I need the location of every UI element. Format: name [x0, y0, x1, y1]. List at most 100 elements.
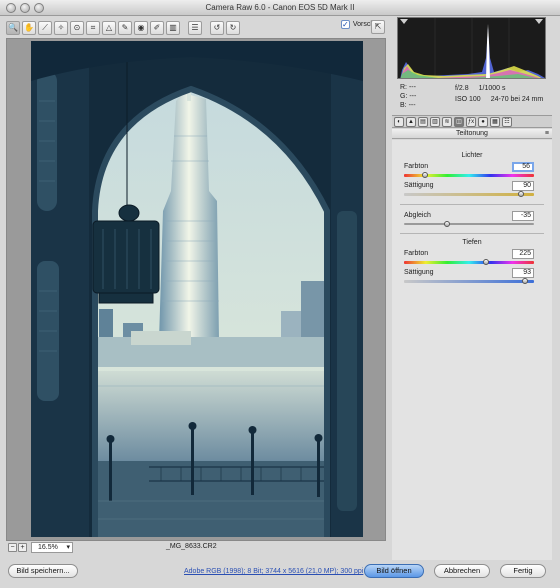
readout-b: B: --- — [400, 102, 416, 109]
highlights-saturation-slider[interactable] — [404, 193, 534, 196]
panel-menu-icon[interactable]: ≡ — [545, 129, 549, 139]
highlights-hue-thumb[interactable] — [421, 172, 428, 178]
balance-slider[interactable] — [404, 223, 534, 225]
balance-thumb[interactable] — [443, 221, 450, 227]
panel-tab-9[interactable]: ▦ — [490, 117, 500, 127]
histogram — [397, 17, 546, 79]
file-name: _MG_8633.CR2 — [166, 543, 217, 550]
graduated-filter-icon: ▥ — [169, 23, 177, 32]
shadows-hue-thumb[interactable] — [482, 259, 489, 265]
panel-tab-5[interactable]: ≋ — [442, 117, 452, 127]
preferences-icon: ☰ — [191, 23, 199, 32]
panel-title: Teiltonung — [456, 130, 488, 137]
panel-header: Teiltonung ≡ — [392, 129, 552, 139]
panel-tab-3[interactable]: ▤ — [418, 117, 428, 127]
zoom-out-button[interactable]: − — [8, 543, 17, 552]
zoom-tool-button[interactable]: 🔍 — [6, 21, 20, 35]
panel-tab-7[interactable]: ƒx — [466, 117, 476, 127]
shadows-hue-field[interactable]: 225 — [512, 249, 534, 259]
workflow-options-link[interactable]: Adobe RGB (1998); 8 Bit; 3744 x 5616 (21… — [184, 568, 363, 575]
panel-tab-2[interactable]: ▲ — [406, 117, 416, 127]
highlights-hue-field[interactable]: 56 — [512, 162, 534, 172]
adjustment-brush-tool-button[interactable]: ✐ — [150, 21, 164, 35]
split-toning-panel: Lichter Farbton 56 Sättigung 90 Abgleich… — [392, 140, 552, 560]
zoom-icon: 🔍 — [8, 23, 18, 32]
readout: R: --- G: --- B: --- f/2.8 1/1000 s ISO 1… — [397, 83, 546, 113]
balance-label: Abgleich — [404, 212, 431, 219]
divider — [400, 233, 544, 234]
preferences-tool-button[interactable]: ☰ — [188, 21, 202, 35]
fullscreen-icon: ⇱ — [374, 22, 382, 31]
dialog-footer: Bild speichern... Adobe RGB (1998); 8 Bi… — [0, 558, 560, 588]
cancel-button[interactable]: Abbrechen — [434, 564, 490, 578]
highlights-saturation-thumb[interactable] — [518, 191, 524, 197]
tool-bar: 🔍 ✋ ⟋ ✧ ⊙ ⌗ △ ✎ ◉ ✐ ▥ ☰ ↺ ↻ — [6, 20, 386, 36]
aperture: f/2.8 — [455, 85, 469, 92]
zoom-level-value: 16.5% — [38, 544, 58, 551]
adjustment-brush-icon: ✐ — [153, 23, 161, 32]
spot-removal-tool-button[interactable]: ✎ — [118, 21, 132, 35]
highlight-clipping-icon[interactable] — [535, 19, 543, 24]
done-button[interactable]: Fertig — [500, 564, 546, 578]
status-bar: − + 16.5% ▾ _MG_8633.CR2 — [6, 542, 386, 554]
exif-info: f/2.8 1/1000 s ISO 100 24-70 bei 24 mm — [455, 83, 545, 105]
straighten-tool-button[interactable]: △ — [102, 21, 116, 35]
rotate-left-icon: ↺ — [213, 23, 221, 32]
balance-field[interactable]: -35 — [512, 211, 534, 221]
zoom-in-button[interactable]: + — [18, 543, 27, 552]
hand-tool-button[interactable]: ✋ — [22, 21, 36, 35]
chevron-down-icon: ▾ — [66, 544, 70, 551]
readout-r: R: --- — [400, 84, 416, 91]
highlights-saturation-field[interactable]: 90 — [512, 181, 534, 191]
crop-icon: ⌗ — [90, 23, 96, 32]
title-bar: Camera Raw 6.0 - Canon EOS 5D Mark II — [0, 0, 560, 16]
readout-g: G: --- — [400, 93, 417, 100]
right-panel: R: --- G: --- B: --- f/2.8 1/1000 s ISO 1… — [392, 17, 552, 560]
shadows-saturation-label: Sättigung — [404, 269, 434, 276]
photo-image — [31, 41, 363, 537]
target-adjust-tool-button[interactable]: ⊙ — [70, 21, 84, 35]
highlights-saturation-label: Sättigung — [404, 182, 434, 189]
shutter: 1/1000 s — [478, 85, 506, 92]
target-adjust-icon: ⊙ — [73, 23, 81, 32]
photo-preview[interactable] — [31, 41, 363, 537]
highlights-hue-label: Farbton — [404, 163, 429, 170]
red-eye-tool-button[interactable]: ◉ — [134, 21, 148, 35]
straighten-icon: △ — [105, 23, 113, 32]
color-sampler-tool-button[interactable]: ✧ — [54, 21, 68, 35]
fullscreen-button[interactable]: ⇱ — [371, 20, 385, 34]
shadows-title: Tiefen — [462, 239, 482, 246]
rotate-right-tool-button[interactable]: ↻ — [226, 21, 240, 35]
shadows-hue-label: Farbton — [404, 250, 429, 257]
histogram-graph — [400, 18, 545, 78]
spot-removal-icon: ✎ — [121, 23, 129, 32]
panel-tab-10[interactable]: ☷ — [502, 117, 512, 127]
white-balance-icon: ⟋ — [42, 23, 48, 32]
panel-tab-1[interactable]: ◐ — [394, 117, 404, 127]
zoom-level-select[interactable]: 16.5% ▾ — [31, 542, 73, 553]
graduated-filter-tool-button[interactable]: ▥ — [166, 21, 180, 35]
divider — [400, 204, 544, 205]
rotate-right-icon: ↻ — [229, 23, 237, 32]
iso: ISO 100 — [455, 96, 481, 103]
save-image-button[interactable]: Bild speichern... — [8, 564, 78, 578]
shadows-saturation-slider[interactable] — [404, 280, 534, 283]
panel-tab-8[interactable]: ● — [478, 117, 488, 127]
shadows-saturation-thumb[interactable] — [521, 278, 528, 284]
crop-tool-button[interactable]: ⌗ — [86, 21, 100, 35]
color-sampler-icon: ✧ — [57, 23, 65, 32]
shadow-clipping-icon[interactable] — [400, 19, 408, 24]
panel-tab-4[interactable]: ▥ — [430, 117, 440, 127]
highlights-title: Lichter — [461, 152, 483, 159]
preview-checkbox[interactable]: ✓ — [340, 20, 350, 29]
rotate-left-tool-button[interactable]: ↺ — [210, 21, 224, 35]
shadows-hue-slider[interactable] — [404, 261, 534, 264]
red-eye-icon: ◉ — [137, 23, 145, 32]
panel-tab-6[interactable]: ◫ — [454, 117, 464, 127]
shadows-saturation-field[interactable]: 93 — [512, 268, 534, 278]
open-image-button[interactable]: Bild öffnen — [364, 564, 424, 578]
lens: 24-70 bei 24 mm — [490, 96, 544, 103]
white-balance-tool-button[interactable]: ⟋ — [38, 21, 52, 35]
preview-canvas[interactable] — [6, 38, 386, 541]
hand-icon: ✋ — [24, 23, 34, 32]
